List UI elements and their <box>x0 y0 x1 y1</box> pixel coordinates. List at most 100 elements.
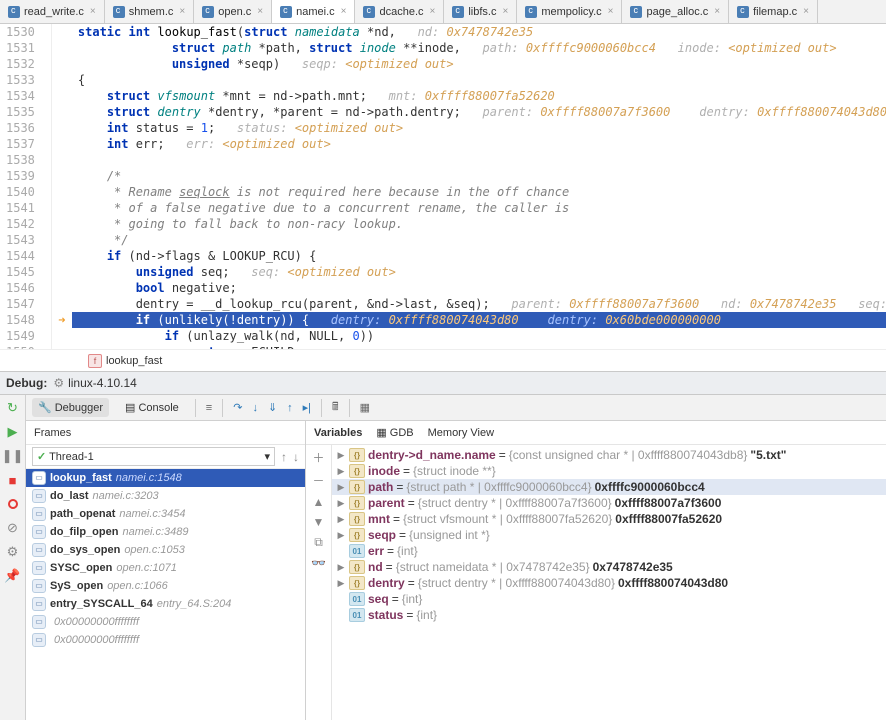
breadcrumb[interactable]: f lookup_fast <box>0 349 886 371</box>
code-line[interactable]: * of a false negative due to a concurren… <box>72 200 886 216</box>
variable-row[interactable]: ▶{} inode = {struct inode **} <box>332 463 886 479</box>
expand-caret[interactable]: ▶ <box>336 450 346 461</box>
step-over-icon[interactable]: ↷ <box>233 401 242 414</box>
stack-frame[interactable]: ▭path_openat namei.c:3454 <box>26 505 305 523</box>
layout-icon[interactable]: ▦ <box>360 401 370 414</box>
code-line[interactable]: int err; err: <optimized out> <box>72 136 886 152</box>
variable-row[interactable]: 01 status = {int} <box>332 607 886 623</box>
view-breakpoints-icon[interactable] <box>4 495 22 513</box>
stack-frame[interactable]: ▭do_sys_open open.c:1053 <box>26 541 305 559</box>
run-to-cursor-icon[interactable]: ▸| <box>303 401 311 414</box>
tab-gdb[interactable]: ▦ GDB <box>376 426 413 439</box>
expand-caret[interactable]: ▶ <box>336 498 346 509</box>
code-area[interactable]: static int lookup_fast(struct nameidata … <box>72 24 886 349</box>
code-line[interactable]: */ <box>72 232 886 248</box>
mute-breakpoints-icon[interactable]: ⊘ <box>4 519 22 537</box>
file-tab[interactable]: read_write.c× <box>0 0 105 23</box>
close-icon[interactable]: × <box>803 6 809 17</box>
pin-icon[interactable]: 📌 <box>4 567 22 585</box>
code-line[interactable]: * going to fall back to non-racy lookup. <box>72 216 886 232</box>
variable-row[interactable]: ▶{} parent = {struct dentry * | 0xffff88… <box>332 495 886 511</box>
code-line[interactable]: if (nd->flags & LOOKUP_RCU) { <box>72 248 886 264</box>
code-line[interactable]: struct dentry *dentry, *parent = nd->pat… <box>72 104 886 120</box>
rerun-icon[interactable]: ↻ <box>4 399 22 417</box>
tab-memory-view[interactable]: Memory View <box>428 427 494 439</box>
code-line[interactable]: unsigned *seqp) seqp: <optimized out> <box>72 56 886 72</box>
file-tab[interactable]: shmem.c× <box>105 0 194 23</box>
file-tab[interactable]: open.c× <box>194 0 272 23</box>
close-icon[interactable]: × <box>341 6 347 17</box>
file-tab[interactable]: namei.c× <box>272 0 355 23</box>
close-icon[interactable]: × <box>608 6 614 17</box>
pause-icon[interactable]: ❚❚ <box>4 447 22 465</box>
code-line[interactable]: static int lookup_fast(struct nameidata … <box>72 24 886 40</box>
resume-icon[interactable]: ▶ <box>4 423 22 441</box>
force-step-into-icon[interactable]: ⇓ <box>268 401 277 414</box>
step-into-icon[interactable]: ↓ <box>252 402 258 414</box>
variable-row[interactable]: ▶{} mnt = {struct vfsmount * | 0xffff880… <box>332 511 886 527</box>
expand-caret[interactable]: ▶ <box>336 530 346 541</box>
code-line[interactable]: dentry = __d_lookup_rcu(parent, &nd->las… <box>72 296 886 312</box>
expand-caret[interactable]: ▶ <box>336 482 346 493</box>
settings-icon[interactable]: ⚙ <box>4 543 22 561</box>
code-line[interactable] <box>72 152 886 168</box>
expand-caret[interactable]: ▶ <box>336 466 346 477</box>
variable-row[interactable]: ▶{} nd = {struct nameidata * | 0x7478742… <box>332 559 886 575</box>
variable-row[interactable]: ▶{} seqp = {unsigned int *} <box>332 527 886 543</box>
stack-frame[interactable]: ▭do_filp_open namei.c:3489 <box>26 523 305 541</box>
close-icon[interactable]: × <box>257 6 263 17</box>
stop-icon[interactable]: ■ <box>4 471 22 489</box>
evaluate-expression-icon[interactable]: 🖩 <box>332 398 339 417</box>
file-tab[interactable]: dcache.c× <box>355 0 444 23</box>
frame-up-icon[interactable]: ↑ <box>281 450 287 464</box>
code-line[interactable]: bool negative; <box>72 280 886 296</box>
copy-icon[interactable]: ⧉ <box>314 535 323 550</box>
code-line[interactable]: /* <box>72 168 886 184</box>
variable-row[interactable]: 01 seq = {int} <box>332 591 886 607</box>
thread-selector[interactable]: ✓ Thread-1 ▾ <box>32 447 275 466</box>
tab-console[interactable]: ▤ Console <box>119 398 185 417</box>
close-icon[interactable]: × <box>179 6 185 17</box>
frame-down-icon[interactable]: ↓ <box>293 450 299 464</box>
variable-row[interactable]: ▶{} path = {struct path * | 0xffffc90000… <box>332 479 886 495</box>
stack-frame[interactable]: ▭entry_SYSCALL_64 entry_64.S:204 <box>26 595 305 613</box>
step-out-icon[interactable]: ↑ <box>287 402 293 414</box>
code-line[interactable]: { <box>72 72 886 88</box>
code-line[interactable]: if (unlazy_walk(nd, NULL, 0)) <box>72 328 886 344</box>
code-line[interactable]: struct vfsmount *mnt = nd->path.mnt; mnt… <box>72 88 886 104</box>
variable-row[interactable]: 01 err = {int} <box>332 543 886 559</box>
move-up-icon[interactable]: ▲ <box>313 495 325 509</box>
move-down-icon[interactable]: ▼ <box>313 515 325 529</box>
code-line[interactable]: struct path *path, struct inode **inode,… <box>72 40 886 56</box>
code-line[interactable]: * Rename seqlock is not required here be… <box>72 184 886 200</box>
stack-frame[interactable]: ▭ 0x00000000ffffffff <box>26 631 305 649</box>
code-line[interactable]: if (unlikely(!dentry)) { dentry: 0xffff8… <box>72 312 886 328</box>
variable-row[interactable]: ▶{} dentry->d_name.name = {const unsigne… <box>332 447 886 463</box>
debug-config[interactable]: ⚙ linux-4.10.14 <box>53 376 136 390</box>
show-execution-point-icon[interactable]: ≡ <box>206 402 212 414</box>
tab-variables[interactable]: Variables <box>314 427 362 439</box>
code-line[interactable]: int status = 1; status: <optimized out> <box>72 120 886 136</box>
expand-caret[interactable]: ▶ <box>336 562 346 573</box>
file-tab[interactable]: filemap.c× <box>729 0 818 23</box>
expand-caret[interactable]: ▶ <box>336 514 346 525</box>
watches-icon[interactable]: 👓 <box>311 556 326 570</box>
remove-watch-icon[interactable]: － <box>312 472 324 489</box>
close-icon[interactable]: × <box>90 6 96 17</box>
expand-caret[interactable]: ▶ <box>336 578 346 589</box>
file-tab[interactable]: page_alloc.c× <box>622 0 729 23</box>
stack-frame[interactable]: ▭lookup_fast namei.c:1548 <box>26 469 305 487</box>
file-tab[interactable]: mempolicy.c× <box>517 0 622 23</box>
file-tab[interactable]: libfs.c× <box>444 0 517 23</box>
add-watch-icon[interactable]: ＋ <box>312 449 324 466</box>
stack-frame[interactable]: ▭SyS_open open.c:1066 <box>26 577 305 595</box>
tab-debugger[interactable]: 🔧 Debugger <box>32 398 109 417</box>
stack-frame[interactable]: ▭ 0x00000000ffffffff <box>26 613 305 631</box>
variable-row[interactable]: ▶{} dentry = {struct dentry * | 0xffff88… <box>332 575 886 591</box>
close-icon[interactable]: × <box>502 6 508 17</box>
close-icon[interactable]: × <box>714 6 720 17</box>
close-icon[interactable]: × <box>430 6 436 17</box>
code-line[interactable]: unsigned seq; seq: <optimized out> <box>72 264 886 280</box>
stack-frame[interactable]: ▭SYSC_open open.c:1071 <box>26 559 305 577</box>
stack-frame[interactable]: ▭do_last namei.c:3203 <box>26 487 305 505</box>
